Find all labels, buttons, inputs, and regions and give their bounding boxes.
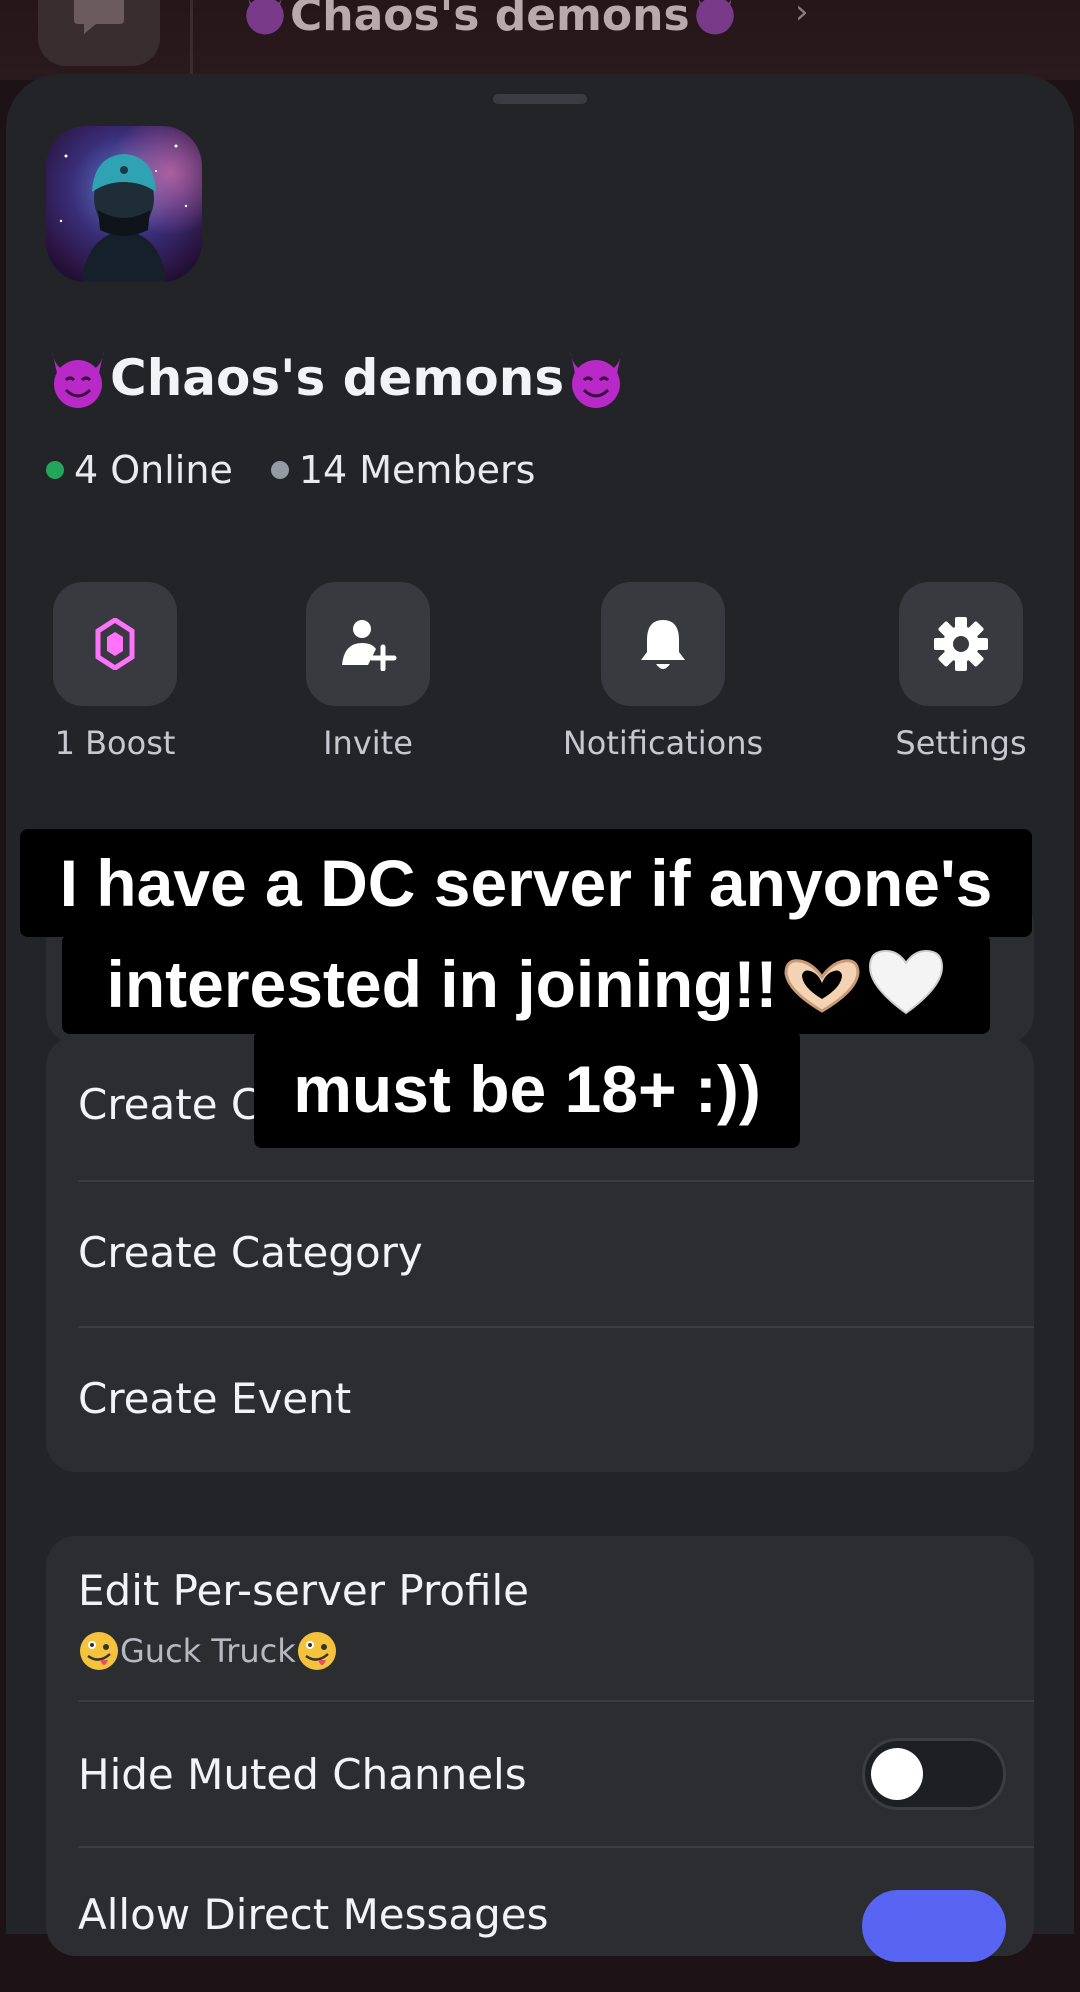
invite-button[interactable] xyxy=(306,582,430,706)
caption-line-3: must be 18+ :)) xyxy=(254,1030,800,1148)
create-event-label: Create Event xyxy=(78,1374,352,1423)
notifications-label: Notifications xyxy=(562,724,764,762)
zany-face-icon xyxy=(80,1632,118,1670)
drag-handle[interactable] xyxy=(493,94,587,104)
boost-button[interactable] xyxy=(53,582,177,706)
create-event-row[interactable]: Create Event xyxy=(78,1328,1034,1472)
edit-server-profile-label: Edit Per-server Profile xyxy=(78,1566,529,1615)
smiling-devil-icon xyxy=(246,0,284,35)
server-stats: 4 Online 14 Members xyxy=(46,448,535,492)
background-channel-title[interactable]: Chaos's demons xyxy=(240,0,740,41)
edit-server-profile-row[interactable]: Edit Per-server Profile Guck Truck xyxy=(78,1536,1034,1702)
zany-face-icon xyxy=(297,1632,336,1670)
white-heart-icon xyxy=(868,949,943,1015)
background-divider xyxy=(190,0,193,80)
settings-button[interactable] xyxy=(899,582,1023,706)
members-dot-icon xyxy=(270,461,289,479)
bell-icon xyxy=(641,620,685,669)
smiling-devil-icon xyxy=(570,350,623,408)
nickname-text: Guck Truck xyxy=(78,1630,338,1672)
smiling-devil-icon xyxy=(52,350,104,408)
chat-bubble-icon xyxy=(74,0,124,34)
server-name: Chaos's demons xyxy=(46,346,628,410)
settings-label: Settings xyxy=(895,724,1027,762)
toggle-knob xyxy=(871,1748,923,1800)
boost-gem-icon xyxy=(95,618,135,670)
create-channel-label: Create C xyxy=(78,1080,261,1129)
smiling-devil-icon xyxy=(695,0,734,35)
hide-muted-channels-label: Hide Muted Channels xyxy=(78,1750,527,1799)
caption-line-2: interested in joining!! xyxy=(62,934,990,1034)
heart-hands-icon xyxy=(783,959,860,1013)
hide-muted-channels-row[interactable]: Hide Muted Channels xyxy=(78,1702,1034,1848)
online-dot-icon xyxy=(46,461,64,479)
caption-line-1: I have a DC server if anyone's xyxy=(20,829,1032,937)
direct-messages-button[interactable] xyxy=(38,0,160,66)
create-category-label: Create Category xyxy=(78,1228,423,1277)
server-icon xyxy=(46,126,202,282)
allow-direct-messages-label: Allow Direct Messages xyxy=(78,1890,549,1939)
gear-icon xyxy=(934,617,988,671)
hide-muted-channels-toggle[interactable] xyxy=(862,1738,1006,1810)
chevron-right-icon: › xyxy=(795,0,809,32)
allow-direct-messages-toggle[interactable] xyxy=(862,1890,1006,1962)
server-name-text: Chaos's demons xyxy=(110,349,565,407)
invite-label: Invite xyxy=(323,724,413,762)
boost-label: 1 Boost xyxy=(54,724,176,762)
member-count: 14 Members xyxy=(298,448,536,492)
invite-person-plus-icon xyxy=(342,620,397,671)
profile-settings-card: Edit Per-server Profile Guck Truck Hide … xyxy=(46,1536,1034,1962)
create-category-row[interactable]: Create Category xyxy=(78,1182,1034,1328)
allow-direct-messages-row[interactable]: Allow Direct Messages xyxy=(78,1848,1034,1992)
online-count: 4 Online xyxy=(74,448,233,492)
notifications-button[interactable] xyxy=(601,582,725,706)
